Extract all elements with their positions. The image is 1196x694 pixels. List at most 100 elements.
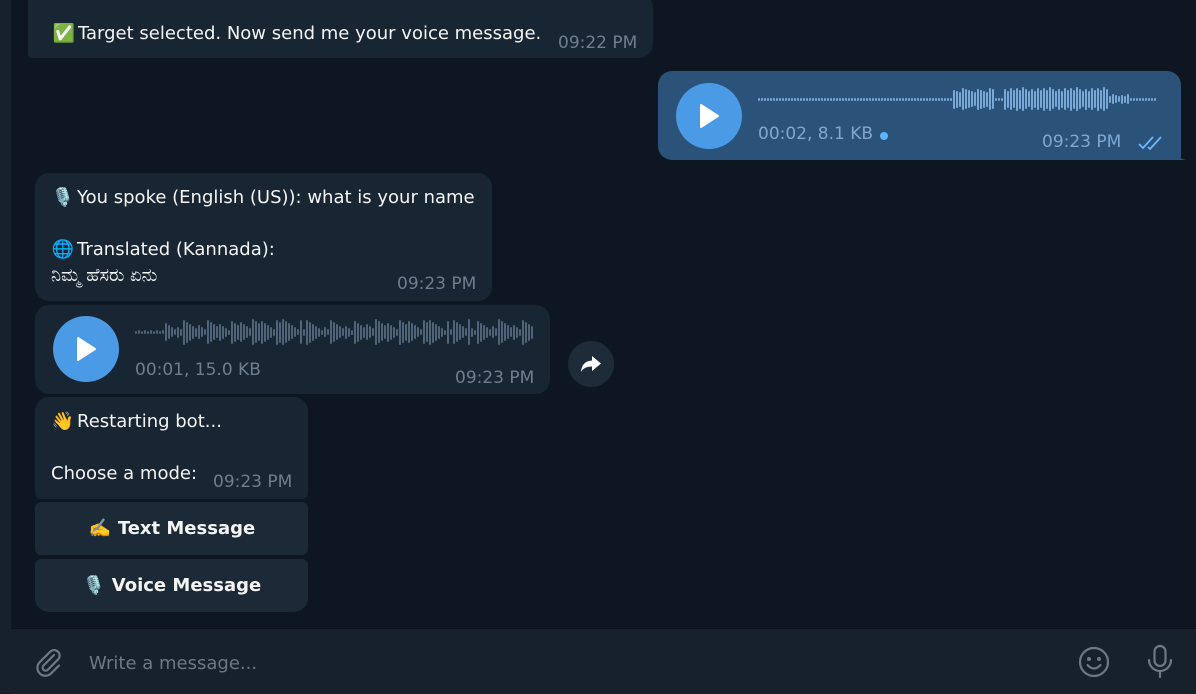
voice-waveform[interactable] — [758, 84, 1156, 114]
waveform-bar — [435, 323, 437, 341]
waveform-bar — [1061, 90, 1063, 108]
waveform-bar — [770, 97, 772, 101]
waveform-bar — [345, 325, 347, 339]
waveform-bar — [1076, 87, 1078, 111]
waveform-bar — [998, 97, 1000, 101]
waveform-bar — [255, 321, 257, 343]
waveform-bar — [342, 328, 344, 336]
waveform-bar — [1136, 97, 1138, 101]
waveform-bar — [357, 322, 359, 342]
waveform-bar — [396, 328, 398, 336]
waveform-bar — [216, 326, 218, 338]
waveform-bar — [902, 97, 904, 101]
waveform-bar — [330, 320, 332, 344]
waveform-bar — [1058, 88, 1060, 110]
play-button[interactable] — [676, 83, 742, 149]
waveform-bar — [231, 320, 233, 344]
waveform-bar — [453, 320, 455, 344]
chat-area: ✅ Target selected. Now send me your voice… — [11, 0, 1196, 628]
waveform-bar — [258, 323, 260, 341]
waveform-bar — [222, 325, 224, 339]
message-time: 09:23 PM — [397, 274, 477, 294]
waveform-bar — [336, 324, 338, 340]
waveform-bar — [983, 90, 985, 108]
waveform-bar — [911, 97, 913, 101]
message-input[interactable] — [87, 649, 1051, 677]
waveform-bar — [1118, 96, 1120, 102]
waveform-bar — [411, 323, 413, 341]
waveform-bar — [294, 327, 296, 337]
waveform-bar — [959, 91, 961, 107]
message-incoming-voice[interactable]: 00:01, 15.0 KB 09:23 PM — [35, 305, 550, 394]
waveform-bar — [1025, 89, 1027, 109]
emoji-icon — [1078, 646, 1110, 678]
waveform-bar — [288, 323, 290, 341]
waveform-bar — [1022, 87, 1024, 111]
waveform-bar — [219, 323, 221, 341]
waveform-bar — [809, 97, 811, 101]
waveform-bar — [372, 328, 374, 336]
waveform-bar — [818, 97, 820, 101]
attach-button[interactable] — [31, 645, 65, 679]
message-time: 09:22 PM — [558, 33, 638, 53]
waveform-bar — [932, 97, 934, 101]
emoji-button[interactable] — [1077, 645, 1111, 679]
record-voice-button[interactable] — [1143, 643, 1177, 681]
waveform-bar — [198, 325, 200, 339]
transcript-translated-label: Translated (Kannada): — [77, 239, 275, 260]
waveform-bar — [953, 89, 955, 109]
voice-duration-size: 00:02, 8.1 KB — [758, 124, 874, 144]
waveform-bar — [1004, 88, 1006, 110]
waveform-bar — [282, 319, 284, 345]
play-button[interactable] — [53, 316, 119, 382]
waveform-bar — [270, 326, 272, 338]
waveform-bar — [210, 322, 212, 342]
waveform-bar — [477, 320, 479, 344]
waveform-bar — [150, 330, 152, 334]
waveform-bar — [1055, 91, 1057, 107]
waveform-bar — [920, 97, 922, 101]
forward-button[interactable] — [568, 341, 614, 387]
waveform-bar — [273, 328, 275, 336]
waveform-bar — [812, 97, 814, 101]
waveform-bar — [414, 325, 416, 339]
waveform-bar — [785, 97, 787, 101]
waveform-bar — [279, 321, 281, 343]
waveform-bar — [360, 324, 362, 340]
message-outgoing-voice[interactable]: 00:02, 8.1 KB 09:23 PM — [658, 71, 1181, 160]
voice-waveform[interactable] — [135, 317, 533, 347]
waveform-bar — [1133, 97, 1135, 101]
waveform-bar — [489, 328, 491, 336]
waveform-bar — [195, 327, 197, 337]
waveform-bar — [456, 322, 458, 342]
waveform-bar — [878, 97, 880, 101]
waveform-bar — [291, 325, 293, 339]
waveform-bar — [144, 330, 146, 334]
waveform-bar — [842, 97, 844, 101]
waveform-bar — [300, 320, 302, 344]
voice-message-button[interactable]: 🎙️ Voice Message — [35, 559, 308, 612]
waveform-bar — [504, 323, 506, 341]
waveform-bar — [962, 88, 964, 110]
waveform-bar — [315, 325, 317, 339]
waveform-bar — [168, 325, 170, 339]
text-message-button[interactable]: ✍️ Text Message — [35, 502, 308, 555]
waving-hand-icon: 👋 — [51, 411, 75, 432]
waveform-bar — [405, 323, 407, 341]
unplayed-dot — [880, 132, 888, 140]
waveform-bar — [417, 327, 419, 337]
waveform-bar — [761, 97, 763, 101]
waveform-bar — [1148, 97, 1150, 101]
message-time: 09:23 PM — [455, 368, 535, 388]
waveform-bar — [213, 324, 215, 340]
waveform-bar — [513, 324, 515, 340]
waveform-bar — [498, 319, 500, 345]
waveform-bar — [318, 327, 320, 337]
waveform-bar — [860, 97, 862, 101]
waveform-bar — [447, 320, 449, 344]
message-target-selected: ✅ Target selected. Now send me your voice… — [28, 0, 653, 58]
waveform-bar — [240, 322, 242, 342]
waveform-bar — [950, 97, 952, 101]
waveform-bar — [429, 319, 431, 345]
waveform-bar — [968, 90, 970, 108]
